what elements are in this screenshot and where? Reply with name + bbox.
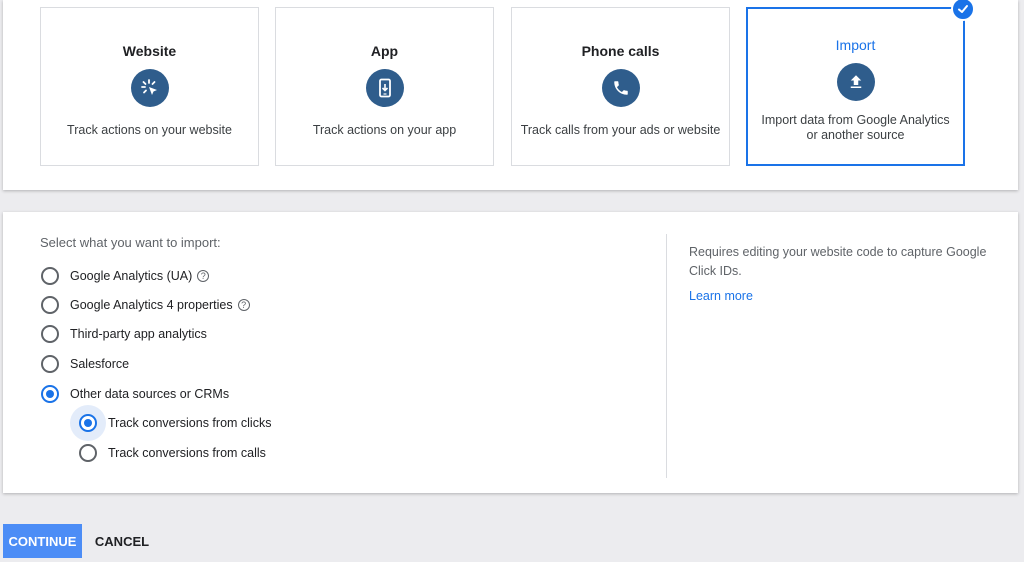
card-description: Track actions on your website [67, 123, 232, 137]
option-track-conversions-from-calls[interactable]: Track conversions from calls [79, 444, 266, 462]
import-prompt: Select what you want to import: [40, 235, 221, 250]
learn-more-link[interactable]: Learn more [689, 289, 753, 303]
card-title: App [370, 43, 399, 59]
option-label: Google Analytics (UA) [70, 269, 193, 283]
radio-button-selected[interactable] [41, 385, 59, 403]
option-google-analytics-4[interactable]: Google Analytics 4 properties ? [41, 296, 250, 314]
help-icon[interactable]: ? [197, 270, 210, 282]
radio-button[interactable] [41, 325, 59, 343]
card-description: Track actions on your app [312, 123, 457, 137]
radio-button[interactable] [41, 267, 59, 285]
card-app[interactable]: App Track actions on your app [275, 7, 494, 166]
card-title: Import [835, 37, 876, 53]
vertical-divider [666, 234, 667, 478]
option-label: Salesforce [70, 357, 130, 371]
checkmark-icon [951, 0, 975, 21]
option-label: Other data sources or CRMs [70, 387, 230, 401]
option-other-data-sources[interactable]: Other data sources or CRMs [41, 385, 229, 403]
phone-icon [601, 69, 640, 107]
radio-button-selected[interactable] [79, 414, 97, 432]
cancel-button[interactable]: CANCEL [90, 524, 154, 558]
option-salesforce[interactable]: Salesforce [41, 355, 129, 373]
option-label: Third-party app analytics [70, 327, 207, 341]
radio-button[interactable] [41, 296, 59, 314]
radio-button[interactable] [79, 444, 97, 462]
option-google-analytics-ua[interactable]: Google Analytics (UA) ? [41, 267, 210, 285]
option-third-party-app-analytics[interactable]: Third-party app analytics [41, 325, 207, 343]
help-icon[interactable]: ? [237, 299, 250, 311]
option-label: Track conversions from calls [108, 446, 266, 460]
conversion-type-panel: Website Track actions on your website Ap… [3, 0, 1018, 190]
upload-icon [836, 63, 875, 101]
card-description: Track calls from your ads or website [520, 123, 721, 137]
card-title: Website [122, 43, 177, 59]
card-phone-calls[interactable]: Phone calls Track calls from your ads or… [511, 7, 730, 166]
card-import[interactable]: Import Import data from Google Analytics… [746, 0, 975, 166]
option-track-conversions-from-clicks[interactable]: Track conversions from clicks [79, 414, 271, 432]
card-title: Phone calls [581, 43, 660, 59]
info-text: Requires editing your website code to ca… [689, 245, 987, 278]
option-label: Google Analytics 4 properties [70, 298, 233, 312]
cursor-click-icon [130, 69, 169, 107]
card-description: Import data from Google Analytics or ano… [761, 113, 950, 142]
radio-button[interactable] [41, 355, 59, 373]
option-label: Track conversions from clicks [108, 416, 272, 430]
import-source-panel: Select what you want to import: Google A… [3, 212, 1018, 493]
continue-button[interactable]: CONTINUE [3, 524, 82, 558]
mobile-app-icon [365, 69, 404, 107]
card-website[interactable]: Website Track actions on your website [40, 7, 259, 166]
